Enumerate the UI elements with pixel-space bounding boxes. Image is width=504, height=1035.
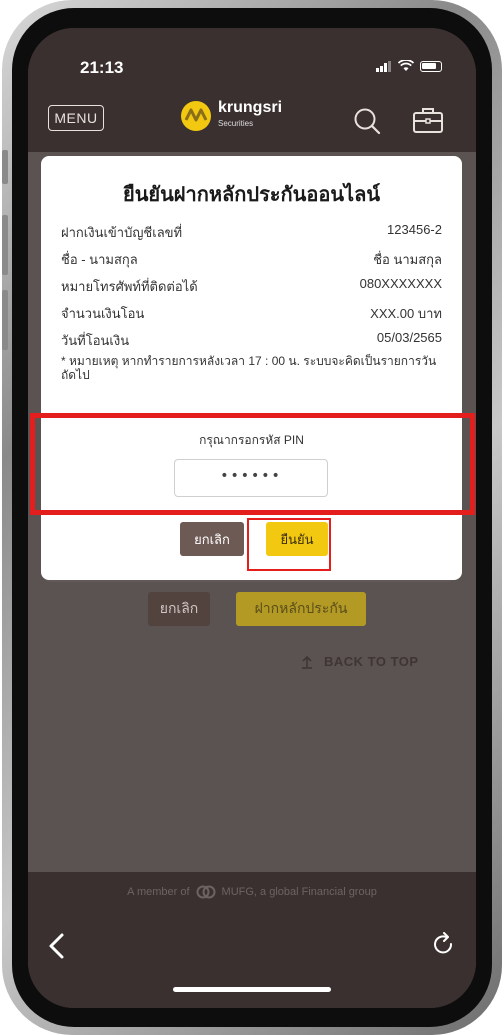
mufg-logo-icon: [196, 885, 216, 899]
status-bar: 21:13: [28, 28, 476, 88]
back-to-top-link: BACK TO TOP: [300, 654, 419, 669]
info-value: ชื่อ นามสกุล: [373, 252, 442, 267]
info-row-phone: หมายโทรศัพท์ที่ติดต่อได้ 080XXXXXXX: [61, 276, 442, 296]
background-cancel-button: ยกเลิก: [148, 592, 210, 626]
back-arrow-icon[interactable]: [46, 932, 68, 960]
search-icon[interactable]: [352, 106, 382, 136]
volume-up-button: [2, 215, 8, 275]
pin-highlight-box: [30, 413, 475, 515]
footer-member-suffix: MUFG, a global Financial group: [221, 886, 377, 898]
brand-sub: Securities: [218, 119, 254, 128]
app-header: MENU krungsri Securities: [28, 88, 476, 152]
info-value: XXX.00 บาท: [370, 306, 442, 321]
info-row-amount: จำนวนเงินโอน XXX.00 บาท: [61, 303, 442, 323]
footer-member-prefix: A member of: [127, 886, 190, 898]
silent-switch: [2, 150, 8, 184]
info-label: ฝากเงินเข้าบัญชีเลขที่: [61, 225, 183, 240]
confirm-deposit-modal: ยืนยันฝากหลักประกันออนไลน์ ฝากเงินเข้าบั…: [41, 156, 462, 580]
info-label: ชื่อ - นามสกุล: [61, 252, 138, 267]
info-row-name: ชื่อ - นามสกุล ชื่อ นามสกุล: [61, 249, 442, 269]
cancel-button[interactable]: ยกเลิก: [180, 522, 244, 556]
confirm-highlight-box: [247, 518, 331, 571]
status-time: 21:13: [80, 58, 124, 77]
home-indicator[interactable]: [173, 987, 331, 992]
volume-down-button: [2, 290, 8, 350]
info-row-date: วันที่โอนเงิน 05/03/2565: [61, 330, 442, 350]
info-row-account: ฝากเงินเข้าบัญชีเลขที่ 123456-2: [61, 222, 442, 242]
signal-icon: [376, 61, 392, 72]
refresh-icon[interactable]: [432, 932, 456, 958]
info-value: 05/03/2565: [376, 330, 442, 345]
wifi-icon: [398, 60, 414, 71]
brand-name: krungsri Securities: [218, 100, 282, 131]
menu-button[interactable]: MENU: [48, 105, 104, 131]
krungsri-logo-icon: [181, 101, 211, 131]
info-label: จำนวนเงินโอน: [61, 306, 145, 321]
info-value: 080XXXXXXX: [359, 276, 442, 291]
footer-bar: A member of MUFG, a global Financial gro…: [28, 872, 476, 912]
krungsri-logo[interactable]: krungsri Securities: [180, 100, 282, 132]
arrow-up-icon: [302, 655, 312, 669]
info-value: 123456-2: [387, 222, 442, 237]
cutoff-note: * หมายเหตุ หากทำรายการหลังเวลา 17 : 00 น…: [61, 354, 437, 382]
background-deposit-button: ฝากหลักประกัน: [236, 592, 366, 626]
briefcase-icon[interactable]: [412, 106, 444, 134]
bottom-nav: [28, 912, 476, 1008]
info-label: วันที่โอนเงิน: [61, 333, 130, 348]
status-icons: [376, 60, 442, 72]
info-label: หมายโทรศัพท์ที่ติดต่อได้: [61, 279, 198, 294]
back-to-top-label: BACK TO TOP: [324, 654, 419, 669]
modal-title: ยืนยันฝากหลักประกันออนไลน์: [122, 184, 381, 206]
battery-icon: [420, 61, 442, 72]
